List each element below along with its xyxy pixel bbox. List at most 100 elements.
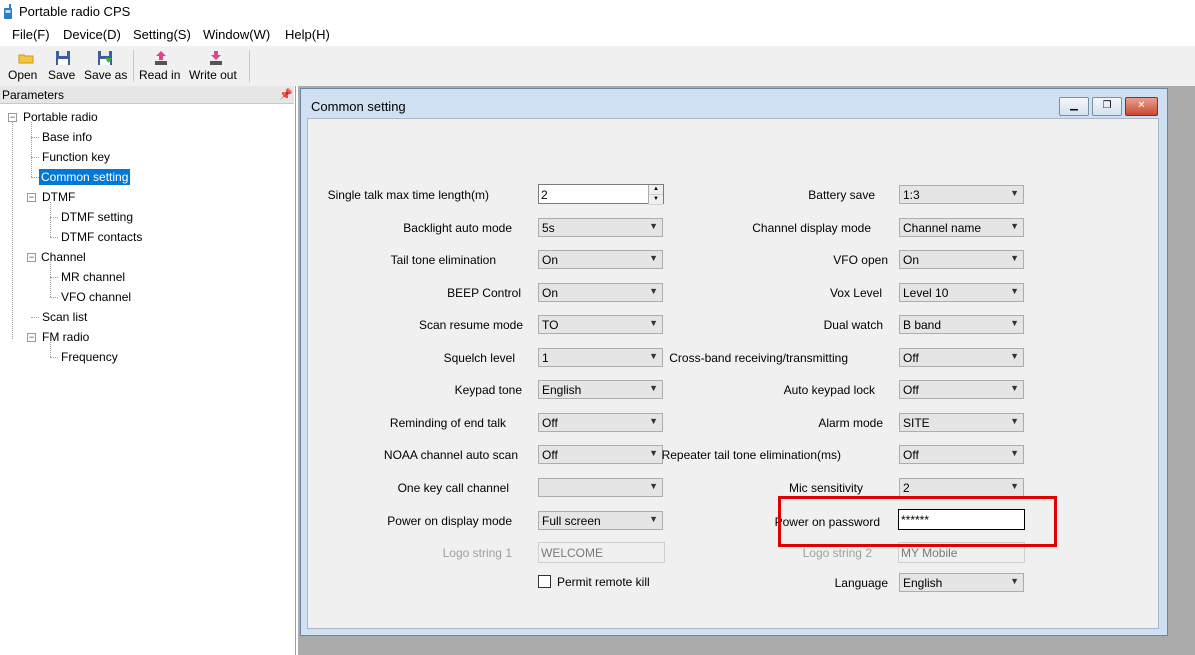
chevron-down-icon: ▼ — [1010, 221, 1019, 231]
dual-watch-select[interactable]: B band ▼ — [899, 315, 1024, 334]
tree-item-dtmf-contacts[interactable]: DTMF contacts — [59, 229, 144, 245]
tree-item-vfo-channel[interactable]: VFO channel — [59, 289, 133, 305]
restore-icon[interactable]: ❐ — [1092, 97, 1122, 116]
write-out-icon — [210, 51, 222, 65]
tree-line — [50, 277, 58, 278]
dual-watch-label: Dual watch — [823, 318, 883, 332]
scan-resume-select[interactable]: TO ▼ — [538, 315, 663, 334]
language-label: Language — [834, 576, 888, 590]
tree-item-channel[interactable]: Channel — [39, 249, 88, 265]
noaa-select[interactable]: Off ▼ — [538, 445, 663, 464]
menu-window[interactable]: Window(W) — [203, 27, 270, 42]
tree-line — [50, 262, 51, 297]
battery-save-label: Battery save — [808, 188, 875, 202]
menu-setting[interactable]: Setting(S) — [133, 27, 191, 42]
vox-level-select[interactable]: Level 10 ▼ — [899, 283, 1024, 302]
chevron-down-icon: ▼ — [1010, 253, 1019, 263]
save-as-button[interactable]: Save as — [84, 48, 128, 84]
chevron-down-icon: ▼ — [649, 514, 658, 524]
tree-line — [50, 237, 58, 238]
language-select[interactable]: English ▼ — [899, 573, 1024, 592]
chevron-down-icon: ▼ — [1010, 481, 1019, 491]
open-button[interactable]: Open — [8, 48, 44, 84]
squelch-select[interactable]: 1 ▼ — [538, 348, 663, 367]
alarm-mode-select[interactable]: SITE ▼ — [899, 413, 1024, 432]
tree-item-dtmf[interactable]: DTMF — [40, 189, 77, 205]
chevron-down-icon: ▼ — [649, 351, 658, 361]
spinner-arrows[interactable]: ▲ ▼ — [648, 185, 663, 205]
menu-device[interactable]: Device(D) — [63, 27, 121, 42]
menu-bar: File(F) Device(D) Setting(S) Window(W) H… — [0, 23, 1195, 46]
auto-keypad-lock-select[interactable]: Off ▼ — [899, 380, 1024, 399]
vfo-open-label: VFO open — [833, 253, 888, 267]
power-on-display-label: Power on display mode — [387, 514, 512, 528]
read-in-button[interactable]: Read in — [139, 48, 183, 84]
write-out-button[interactable]: Write out — [189, 48, 243, 84]
one-key-call-select[interactable]: ▼ — [538, 478, 663, 497]
power-on-display-select[interactable]: Full screen ▼ — [538, 511, 663, 530]
tree-line — [31, 317, 39, 318]
beep-select[interactable]: On ▼ — [538, 283, 663, 302]
vfo-open-select[interactable]: On ▼ — [899, 250, 1024, 269]
backlight-select[interactable]: 5s ▼ — [538, 218, 663, 237]
single-talk-spinner[interactable]: 2 ▲ ▼ — [538, 184, 664, 205]
chevron-down-icon: ▼ — [649, 286, 658, 296]
menu-help[interactable]: Help(H) — [285, 27, 330, 42]
close-icon[interactable]: ✕ — [1125, 97, 1158, 116]
mic-sensitivity-select[interactable]: 2 ▼ — [899, 478, 1024, 497]
permit-remote-kill-checkbox[interactable] — [538, 575, 551, 588]
tree-line — [50, 217, 58, 218]
beep-label: BEEP Control — [447, 286, 521, 300]
tree-collapse-icon[interactable]: − — [27, 333, 36, 342]
tree-item-dtmf-setting[interactable]: DTMF setting — [59, 209, 135, 225]
save-as-label: Save as — [84, 68, 128, 82]
tree-item-base-info[interactable]: Base info — [40, 129, 94, 145]
pin-icon[interactable]: 📌 — [279, 88, 293, 101]
chevron-down-icon: ▼ — [1010, 318, 1019, 328]
tree-collapse-icon[interactable]: − — [27, 193, 36, 202]
highlight-annotation — [778, 496, 1057, 547]
alarm-mode-label: Alarm mode — [818, 416, 883, 430]
repeater-tail-select[interactable]: Off ▼ — [899, 445, 1024, 464]
read-in-icon — [155, 51, 167, 65]
tree-line — [12, 122, 13, 339]
reminding-select[interactable]: Off ▼ — [538, 413, 663, 432]
keypad-tone-select[interactable]: English ▼ — [538, 380, 663, 399]
title-bar — [0, 0, 1195, 23]
parameters-title: Parameters — [2, 88, 65, 102]
tree-collapse-icon[interactable]: − — [27, 253, 36, 262]
chevron-down-icon: ▼ — [649, 448, 658, 458]
tree-item-portable-radio[interactable]: Portable radio — [21, 109, 100, 125]
mic-sensitivity-label: Mic sensitivity — [788, 481, 863, 495]
write-out-label: Write out — [189, 68, 237, 82]
chevron-down-icon: ▼ — [649, 221, 658, 231]
tree-item-function-key[interactable]: Function key — [40, 149, 112, 165]
minimize-icon[interactable]: ▁ — [1059, 97, 1089, 116]
chevron-down-icon: ▼ — [1010, 286, 1019, 296]
keypad-tone-label: Keypad tone — [454, 383, 522, 397]
tree-item-scan-list[interactable]: Scan list — [40, 309, 89, 325]
floppy-icon — [56, 51, 70, 65]
read-in-label: Read in — [139, 68, 181, 82]
tree-item-frequency[interactable]: Frequency — [59, 349, 120, 365]
tail-tone-select[interactable]: On ▼ — [538, 250, 663, 269]
save-button[interactable]: Save — [48, 48, 78, 84]
channel-display-select[interactable]: Channel name ▼ — [899, 218, 1024, 237]
battery-save-select[interactable]: 1:3 ▼ — [899, 185, 1024, 204]
tree-item-fm-radio[interactable]: FM radio — [40, 329, 91, 345]
noaa-label: NOAA channel auto scan — [383, 448, 518, 462]
auto-keypad-lock-label: Auto keypad lock — [783, 383, 875, 397]
save-label: Save — [48, 68, 76, 82]
tree-line — [50, 297, 58, 298]
menu-file[interactable]: File(F) — [12, 27, 50, 42]
tree-line — [31, 122, 32, 177]
tree-collapse-icon[interactable]: − — [8, 113, 17, 122]
cross-band-select[interactable]: Off ▼ — [899, 348, 1024, 367]
tree-item-common-setting[interactable]: Common setting — [39, 169, 131, 185]
logo1-input[interactable]: WELCOME — [538, 542, 665, 563]
tree-line — [31, 137, 39, 138]
chevron-down-icon: ▼ — [649, 383, 658, 393]
tree-item-mr-channel[interactable]: MR channel — [59, 269, 127, 285]
scan-resume-label: Scan resume mode — [418, 318, 523, 332]
vox-level-label: Vox Level — [829, 286, 882, 300]
